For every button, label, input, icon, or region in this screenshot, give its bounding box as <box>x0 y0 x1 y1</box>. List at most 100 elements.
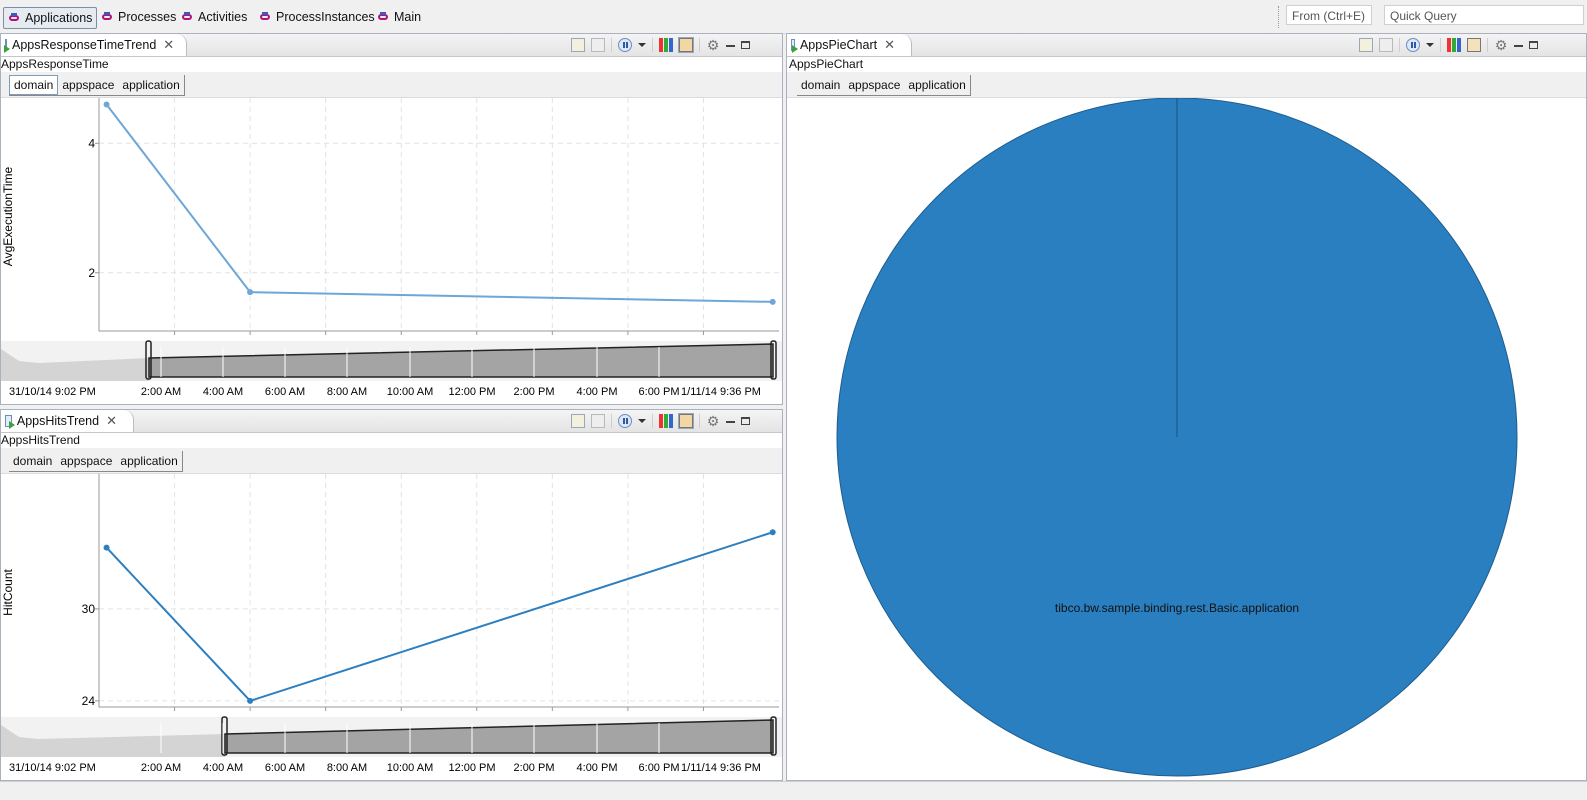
from-field[interactable]: From (Ctrl+E) <box>1286 5 1372 25</box>
perspective-activities[interactable]: Activities <box>177 7 251 27</box>
overview-tick-label: 2:00 AM <box>141 386 181 398</box>
status-bar <box>0 781 1587 800</box>
overview-tick-label: 4:00 PM <box>577 762 618 774</box>
y-tick-label: 4 <box>88 136 95 150</box>
maximize-icon[interactable] <box>741 417 750 425</box>
grid-icon[interactable] <box>659 38 673 52</box>
view-icon <box>791 39 798 53</box>
perspective-applications[interactable]: Applications <box>3 7 98 29</box>
close-icon[interactable]: ✕ <box>106 413 117 429</box>
dimension-bar: domain appspace application <box>1 448 782 474</box>
tab-apps-response-time-trend[interactable]: AppsResponseTimeTrend ✕ <box>1 34 187 56</box>
data-point <box>769 529 776 536</box>
separator <box>652 38 653 52</box>
view-title: AppsHitsTrend <box>1 433 80 447</box>
view-icon <box>4 39 10 53</box>
overview-tick-label: 6:00 PM <box>639 386 680 398</box>
tab-apps-pie-chart[interactable]: AppsPieChart ✕ <box>787 34 912 56</box>
pie-view: AppsPieChart ✕ ⚙ AppsPieChart domain app… <box>786 33 1587 781</box>
edit-icon[interactable] <box>571 38 585 52</box>
dimension-appspace[interactable]: appspace <box>58 76 118 94</box>
overview-tick-label: 4:00 PM <box>577 386 618 398</box>
chevron-down-icon[interactable] <box>1426 38 1434 52</box>
pause-icon[interactable] <box>618 414 632 428</box>
overview-tick-label: 6:00 PM <box>639 762 680 774</box>
overview-tick-label: 1/11/14 9:36 PM <box>681 386 761 398</box>
pause-icon[interactable] <box>618 38 632 52</box>
tree-icon[interactable] <box>678 413 694 429</box>
perspective-main[interactable]: Main <box>373 7 425 27</box>
close-icon[interactable]: ✕ <box>884 37 895 53</box>
save-icon[interactable] <box>1379 38 1393 52</box>
overview-tick-label: 8:00 AM <box>327 386 367 398</box>
chevron-down-icon[interactable] <box>638 38 646 52</box>
tree-icon[interactable] <box>1467 38 1481 52</box>
view-title: AppsPieChart <box>789 57 864 71</box>
perspective-label: Processes <box>118 10 177 24</box>
dimension-application[interactable]: application <box>116 452 181 470</box>
data-point <box>769 298 776 305</box>
gear-icon[interactable]: ⚙ <box>1494 38 1508 52</box>
tab-label: AppsPieChart <box>799 38 878 52</box>
separator <box>652 414 653 428</box>
tab-apps-hits-trend[interactable]: AppsHitsTrend ✕ <box>1 410 134 432</box>
maximize-icon[interactable] <box>741 41 750 49</box>
dimension-selector: domain appspace application <box>9 451 183 472</box>
plot-area <box>99 474 779 707</box>
dimension-appspace[interactable]: appspace <box>844 76 904 94</box>
dimension-selector: domain appspace application <box>797 75 971 96</box>
perspective-processes[interactable]: Processes <box>97 7 180 27</box>
data-point <box>103 544 110 551</box>
overview-tick-label: 4:00 AM <box>203 386 243 398</box>
pie-chart: tibco.bw.sample.binding.rest.Basic.appli… <box>836 98 1518 777</box>
hits-view: AppsHitsTrend ✕ ⚙ AppsHitsTrend domain a… <box>0 409 783 781</box>
maximize-icon[interactable] <box>1529 41 1538 49</box>
tab-label: AppsHitsTrend <box>16 414 100 428</box>
gear-icon[interactable]: ⚙ <box>706 414 720 428</box>
close-icon[interactable]: ✕ <box>163 37 174 53</box>
perspective-processinstances[interactable]: ProcessInstances <box>255 7 379 27</box>
grid-icon[interactable] <box>1447 38 1461 52</box>
overview-tick-label: 4:00 AM <box>203 762 243 774</box>
overview-tick-label: 2:00 PM <box>514 386 555 398</box>
response-time-chart: 9:28 PM9:29 PM9:30 PM9:31 PM9:32 PM9:33 … <box>1 98 782 398</box>
view-title: AppsResponseTime <box>1 57 109 71</box>
y-tick-label: 2 <box>88 266 95 280</box>
minimize-icon[interactable] <box>1514 44 1523 47</box>
view-tabbar: AppsHitsTrend ✕ ⚙ <box>1 410 782 433</box>
hits-chart: 9:28 PM9:29 PM9:30 PM9:31 PM9:32 PM9:33 … <box>1 474 782 774</box>
y-axis-label: HitCount <box>1 568 15 615</box>
gear-icon[interactable]: ⚙ <box>706 38 720 52</box>
minimize-icon[interactable] <box>726 44 735 47</box>
dimension-domain[interactable]: domain <box>9 75 59 95</box>
y-axis-label: AvgExecutionTime <box>1 166 15 266</box>
overview-tick-label: 12:00 PM <box>448 762 495 774</box>
separator <box>699 414 700 428</box>
save-icon[interactable] <box>591 414 605 428</box>
perspective-icon <box>101 12 113 22</box>
separator <box>1440 38 1441 52</box>
dimension-application[interactable]: application <box>118 76 183 94</box>
overview-tick-label: 10:00 AM <box>387 386 433 398</box>
tree-icon[interactable] <box>678 37 694 53</box>
overview-tick-label: 31/10/14 9:02 PM <box>9 762 96 774</box>
dimension-application[interactable]: application <box>904 76 969 94</box>
dimension-appspace[interactable]: appspace <box>56 452 116 470</box>
separator <box>1487 38 1488 52</box>
pause-icon[interactable] <box>1406 38 1420 52</box>
edit-icon[interactable] <box>1359 38 1373 52</box>
minimize-icon[interactable] <box>726 420 735 423</box>
chevron-down-icon[interactable] <box>638 414 646 428</box>
data-point <box>247 697 254 704</box>
dimension-selector: domain appspace application <box>9 75 185 96</box>
grid-icon[interactable] <box>659 414 673 428</box>
edit-icon[interactable] <box>571 414 585 428</box>
quick-query-input[interactable]: Quick Query <box>1384 5 1584 25</box>
tab-label: AppsResponseTimeTrend <box>12 38 157 52</box>
perspective-toolbar: Applications Processes Activities Proces… <box>0 0 1587 34</box>
perspective-icon <box>259 12 271 22</box>
dimension-domain[interactable]: domain <box>797 76 844 94</box>
save-icon[interactable] <box>591 38 605 52</box>
dimension-domain[interactable]: domain <box>9 452 56 470</box>
separator <box>611 414 612 428</box>
